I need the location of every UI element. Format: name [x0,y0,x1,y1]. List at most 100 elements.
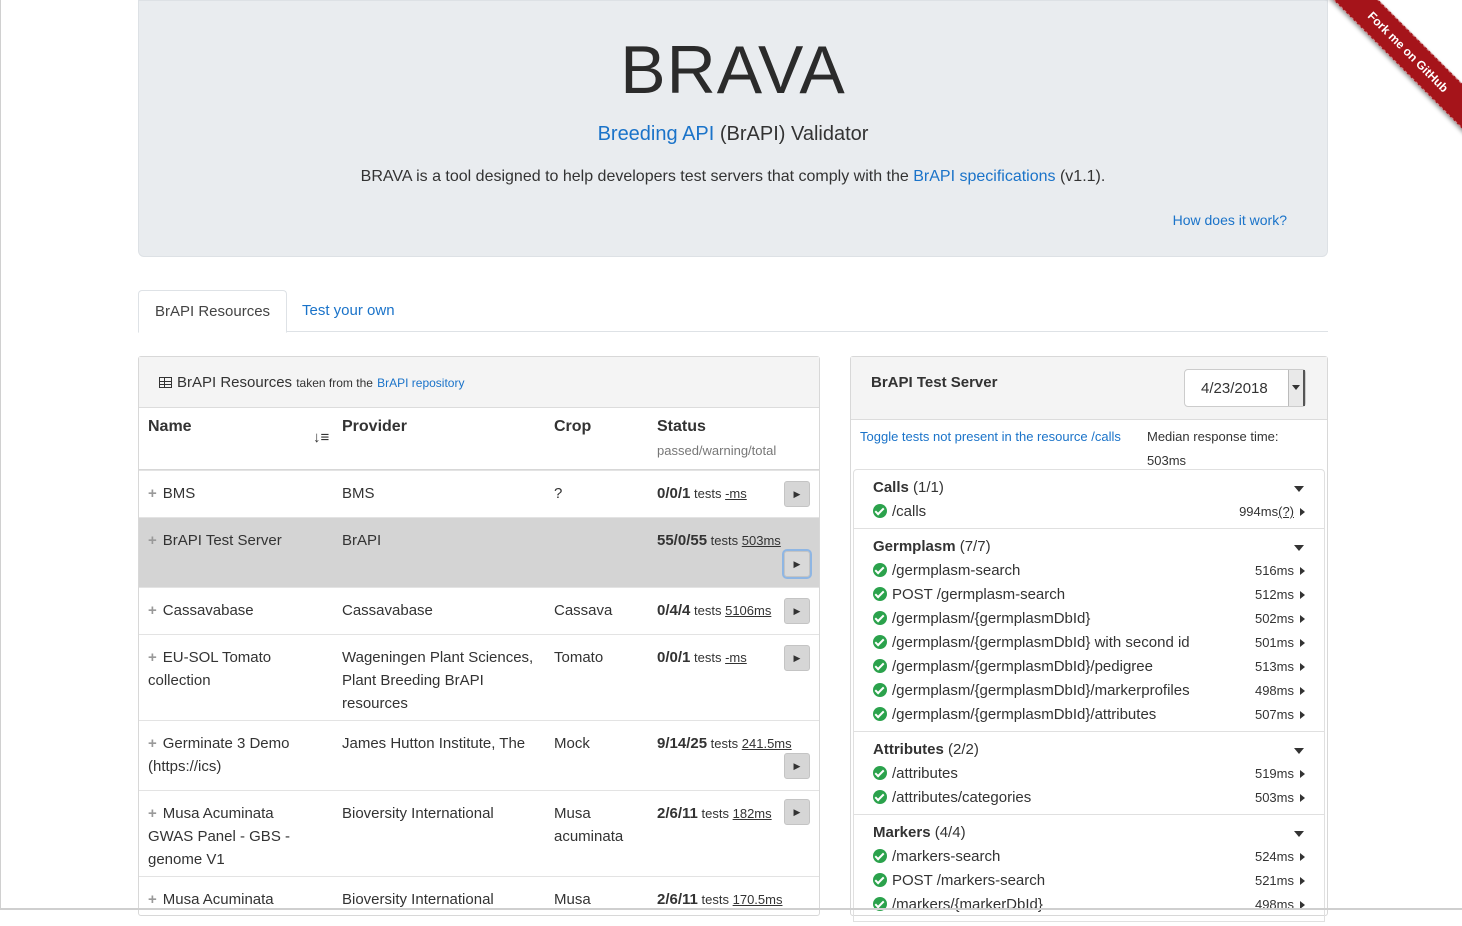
resource-name: + Cassavabase [148,602,254,619]
test-call[interactable]: /germplasm/{germplasmDbId}/markerprofile… [854,679,1324,703]
desc-post: (v1.1). [1055,168,1106,185]
resource-provider: Cassavabase [342,602,433,619]
expand-icon: + [148,602,157,619]
run-tests-button[interactable]: ▶ [784,645,810,671]
github-ribbon-wrap: Fork me on GitHub [1322,0,1462,140]
group-markers: Markers (4/4) /markers-search 524ms POST … [854,815,1324,922]
test-call[interactable]: /germplasm/{germplasmDbId} 502ms [854,607,1324,631]
resource-provider: Bioversity International [342,805,494,822]
taken-from: taken from the [296,376,373,390]
caret-down-icon [1294,831,1304,837]
help-link[interactable]: (?) [1278,504,1294,519]
tab-brapi-resources[interactable]: BrAPI Resources [138,290,288,333]
resource-provider: Wageningen Plant Sciences, Plant Breedin… [342,649,534,712]
col-header-name[interactable]: Name [148,418,192,436]
test-call[interactable]: POST /germplasm-search 512ms [854,583,1324,607]
expand-arrow-icon [1300,591,1305,599]
chevron-down-icon[interactable] [1288,370,1305,406]
expand-arrow-icon [1300,794,1305,802]
table-row[interactable]: + Musa Acuminata GWAS Panel - GBS - genom… [139,790,819,876]
test-server-panel: BrAPI Test Server 4/23/2018 Toggle tests… [850,356,1328,922]
toggle-tests-link[interactable]: Toggle tests not present in the resource… [860,429,1121,444]
how-it-works-link[interactable]: How does it work? [1173,212,1287,228]
test-call[interactable]: /germplasm-search 516ms [854,559,1324,583]
test-call[interactable]: /markers-search 524ms [854,845,1324,869]
test-call[interactable]: /calls 994ms(?) [854,500,1324,524]
resource-crop: ? [554,485,563,502]
resource-crop: Cassava [554,602,613,619]
group-germplasm: Germplasm (7/7) /germplasm-search 516ms P… [854,529,1324,732]
expand-arrow-icon [1300,567,1305,575]
expand-icon: + [148,532,157,549]
test-call[interactable]: /germplasm/{germplasmDbId}/pedigree 513ms [854,655,1324,679]
test-server-header: BrAPI Test Server 4/23/2018 [851,357,1327,420]
group-title[interactable]: Markers (4/4) [854,821,1324,845]
resource-name: + BrAPI Test Server [148,532,282,549]
resources-heading: BrAPI Resources taken from the BrAPI rep… [159,374,464,391]
tab-test-your-own[interactable]: Test your own [286,290,411,332]
date-value: 4/23/2018 [1201,380,1268,397]
table-row[interactable]: + BMS BMS ? 0/0/1 tests -ms ▶ [139,470,819,517]
expand-arrow-icon [1300,770,1305,778]
check-icon [873,635,887,649]
check-icon [873,563,887,577]
group-title[interactable]: Germplasm (7/7) [854,535,1324,559]
resource-name: + Musa Acuminata GWAS Panel - GBS - genom… [148,805,290,868]
table-row[interactable]: + Germinate 3 Demo (https://ics) James Hu… [139,720,819,790]
expand-arrow-icon [1300,639,1305,647]
group-attributes: Attributes (2/2) /attributes 519ms /attri… [854,732,1324,815]
page-description: BRAVA is a tool designed to help develop… [139,168,1327,186]
table-row[interactable]: + Cassavabase Cassavabase Cassava 0/4/4 t… [139,587,819,634]
brapi-repository-link[interactable]: BrAPI repository [377,376,464,390]
brapi-spec-link[interactable]: BrAPI specifications [913,168,1055,185]
test-call[interactable]: /markers/{markerDbId} 498ms [854,893,1324,917]
test-call[interactable]: /attributes 519ms [854,762,1324,786]
expand-icon: + [148,485,157,502]
subtitle-rest: (BrAPI) Validator [714,123,869,145]
resources-title: BrAPI Resources [177,374,293,391]
test-call[interactable]: /attributes/categories 503ms [854,786,1324,810]
run-tests-button[interactable]: ▶ [782,549,812,579]
breeding-api-link[interactable]: Breeding API [598,123,715,145]
expand-arrow-icon [1300,877,1305,885]
table-row[interactable]: + Musa Acuminata Bioversity International… [139,876,819,926]
page-left-border [0,0,1,910]
col-header-crop[interactable]: Crop [554,418,591,436]
check-icon [873,659,887,673]
resource-status: 9/14/25 tests 241.5ms [657,735,792,752]
run-tests-button[interactable]: ▶ [784,753,810,779]
caret-down-icon [1294,545,1304,551]
test-call[interactable]: /germplasm/{germplasmDbId}/attributes 507… [854,703,1324,727]
test-groups: Calls (1/1) /calls 994ms(?) Germplasm (7/… [853,469,1325,922]
resource-status: 2/6/11 tests 182ms [657,805,772,822]
expand-arrow-icon [1300,663,1305,671]
col-header-provider[interactable]: Provider [342,418,407,436]
fork-github-ribbon[interactable]: Fork me on GitHub [1325,0,1462,135]
test-call[interactable]: POST /markers-search 521ms [854,869,1324,893]
col-header-status[interactable]: Status [657,418,706,436]
resource-status: 0/4/4 tests 5106ms [657,602,772,619]
check-icon [873,873,887,887]
resource-name: + EU-SOL Tomato collection [148,649,272,689]
date-select[interactable]: 4/23/2018 [1184,369,1306,407]
desc-pre: BRAVA is a tool designed to help develop… [360,168,914,185]
group-title[interactable]: Attributes (2/2) [854,738,1324,762]
run-tests-button[interactable]: ▶ [784,598,810,624]
run-tests-button[interactable]: ▶ [784,799,810,825]
group-title[interactable]: Calls (1/1) [854,476,1324,500]
run-tests-button[interactable]: ▶ [784,481,810,507]
check-icon [873,707,887,721]
check-icon [873,504,887,518]
resources-panel: BrAPI Resources taken from the BrAPI rep… [138,356,820,916]
table-row[interactable]: + EU-SOL Tomato collection Wageningen Pla… [139,634,819,720]
check-icon [873,766,887,780]
page-subtitle: Breeding API (BrAPI) Validator [139,123,1327,146]
expand-arrow-icon [1300,687,1305,695]
sort-icon[interactable]: ↓≡ [313,429,329,446]
median-value: 503ms [1147,453,1187,468]
resource-status: 0/0/1 tests -ms [657,485,747,502]
expand-icon: + [148,735,157,752]
table-row[interactable]: + BrAPI Test Server BrAPI 55/0/55 tests 5… [139,517,819,587]
check-icon [873,849,887,863]
test-call[interactable]: /germplasm/{germplasmDbId} with second i… [854,631,1324,655]
